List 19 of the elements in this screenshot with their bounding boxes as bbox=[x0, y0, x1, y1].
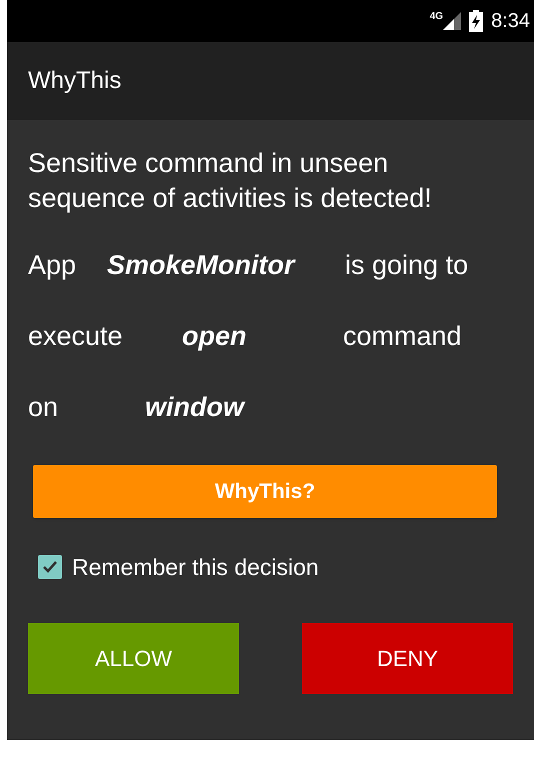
statement-text: command bbox=[343, 320, 462, 354]
why-this-button[interactable]: WhyThis? bbox=[33, 465, 497, 518]
statement-text: is going to bbox=[345, 249, 468, 282]
statement-value: SmokeMonitor bbox=[107, 249, 297, 282]
statement-text: App bbox=[28, 249, 78, 282]
allow-button[interactable]: ALLOW bbox=[28, 622, 239, 694]
battery-charging-icon bbox=[469, 10, 484, 32]
checkbox-label: Remember this decision bbox=[72, 553, 319, 582]
alert-message: Sensitive command in unseen sequence of activities is detected! bbox=[28, 147, 433, 215]
status-time: 8:34 bbox=[491, 9, 530, 34]
statement-text: execute bbox=[28, 320, 124, 354]
checkbox[interactable] bbox=[38, 555, 62, 580]
network-label: 4G bbox=[430, 12, 444, 22]
deny-button[interactable]: DENY bbox=[302, 622, 513, 694]
statement-value: open bbox=[182, 320, 248, 354]
statement-value: window bbox=[145, 391, 246, 424]
statement-text: on bbox=[28, 391, 60, 424]
signal-icon bbox=[443, 12, 462, 30]
app-title: WhyThis bbox=[28, 66, 122, 96]
